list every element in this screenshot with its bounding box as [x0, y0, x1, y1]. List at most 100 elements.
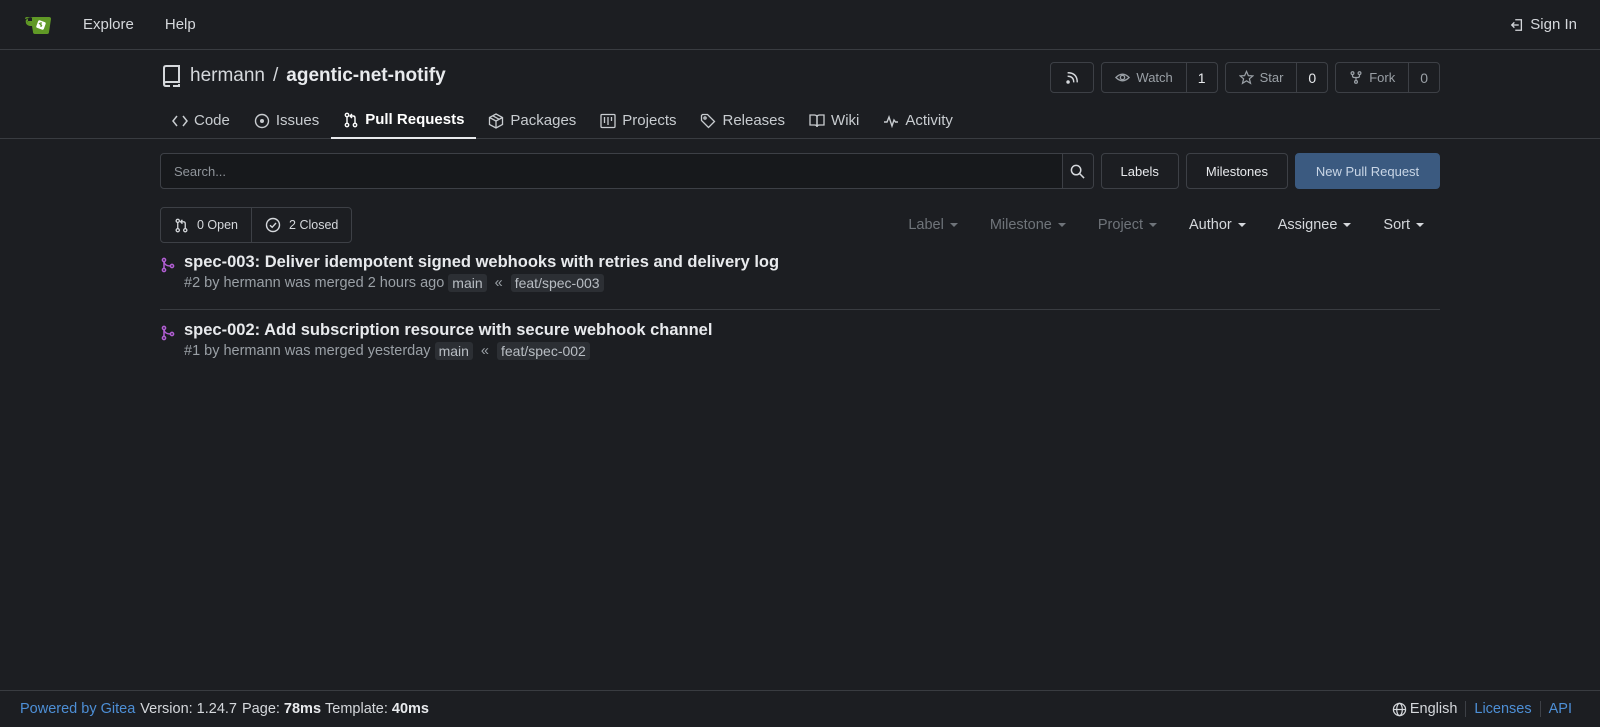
tab-activity[interactable]: Activity: [871, 102, 965, 139]
closed-filter-label: 2 Closed: [289, 218, 339, 232]
pr-title-link[interactable]: spec-003: Deliver idempotent signed webh…: [184, 253, 779, 272]
milestones-button[interactable]: Milestones: [1185, 153, 1288, 189]
tab-activity-label: Activity: [905, 112, 953, 129]
tab-packages[interactable]: Packages: [476, 102, 588, 139]
fork-icon: [1349, 70, 1363, 85]
search-button[interactable]: [1061, 154, 1093, 188]
issue-icon: [254, 113, 270, 129]
caret-down-icon: [1057, 223, 1066, 227]
sort-dropdown[interactable]: Sort: [1383, 217, 1424, 233]
tag-icon: [700, 113, 716, 129]
star-button[interactable]: Star: [1226, 63, 1297, 92]
double-chevron-left-icon: «: [480, 343, 489, 359]
project-icon: [600, 113, 616, 129]
label-dropdown-text: Label: [908, 217, 944, 233]
pr-time: 2 hours ago: [367, 275, 445, 291]
tab-releases-label: Releases: [722, 112, 786, 129]
repo-actions: Watch 1 Star 0 Fork 0: [1050, 62, 1440, 93]
powered-by-gitea-link[interactable]: Powered by Gitea: [20, 701, 135, 717]
author-dropdown-text: Author: [1189, 217, 1232, 233]
pr-title-link[interactable]: spec-002: Add subscription resource with…: [184, 321, 712, 340]
tab-packages-label: Packages: [510, 112, 577, 129]
watch-label: Watch: [1136, 70, 1173, 85]
open-filter[interactable]: 0 Open: [161, 208, 251, 242]
tab-issues-label: Issues: [275, 112, 320, 129]
sign-in-link[interactable]: Sign In: [1510, 16, 1577, 33]
page-footer: Powered by Gitea Version: 1.24.7 Page: 7…: [0, 690, 1600, 727]
tab-releases[interactable]: Releases: [688, 102, 797, 139]
fork-button-group: Fork 0: [1335, 62, 1440, 93]
source-branch[interactable]: feat/spec-002: [497, 342, 590, 360]
licenses-link[interactable]: Licenses: [1465, 701, 1539, 717]
search-input[interactable]: [161, 154, 1062, 188]
pull-request-icon: [174, 218, 189, 233]
nav-help[interactable]: Help: [165, 16, 196, 33]
pr-number[interactable]: #2: [184, 275, 200, 291]
pr-number[interactable]: #1: [184, 343, 200, 359]
check-circle-icon: [265, 217, 281, 233]
merged-icon: [160, 321, 184, 361]
assignee-dropdown-text: Assignee: [1277, 217, 1338, 233]
watch-button-group: Watch 1: [1101, 62, 1218, 93]
caret-down-icon: [1416, 223, 1424, 227]
watch-button[interactable]: Watch: [1102, 63, 1185, 92]
language-selector[interactable]: English: [1384, 701, 1466, 717]
tab-projects[interactable]: Projects: [588, 102, 688, 139]
tab-projects-label: Projects: [622, 112, 677, 129]
label-dropdown[interactable]: Label: [908, 217, 958, 233]
sign-in-label: Sign In: [1530, 16, 1577, 33]
star-button-group: Star 0: [1224, 62, 1329, 93]
tab-pull-requests[interactable]: Pull Requests: [331, 102, 477, 139]
gitea-logo-icon[interactable]: [23, 10, 53, 40]
fork-button[interactable]: Fork: [1336, 63, 1408, 92]
pr-by: by: [204, 275, 220, 291]
target-branch[interactable]: main: [434, 342, 473, 360]
repo-owner-link[interactable]: hermann: [190, 65, 265, 87]
tab-code[interactable]: Code: [160, 102, 242, 139]
milestone-dropdown-text: Milestone: [989, 217, 1052, 233]
source-branch[interactable]: feat/spec-003: [510, 274, 604, 292]
search-icon: [1070, 164, 1085, 179]
watch-count[interactable]: 1: [1185, 63, 1217, 92]
rss-button[interactable]: [1050, 62, 1095, 93]
sort-dropdown-text: Sort: [1383, 217, 1410, 233]
author-dropdown[interactable]: Author: [1189, 217, 1246, 233]
footer-links: English Licenses API: [1384, 701, 1580, 717]
star-label: Star: [1259, 70, 1284, 85]
tab-wiki[interactable]: Wiki: [797, 102, 871, 139]
new-pull-request-button[interactable]: New Pull Request: [1295, 153, 1440, 189]
code-icon: [172, 114, 188, 128]
tab-issues[interactable]: Issues: [242, 102, 331, 139]
package-icon: [488, 112, 504, 129]
assignee-dropdown[interactable]: Assignee: [1278, 217, 1352, 233]
version-text: Version: 1.24.7: [140, 701, 238, 717]
pr-by: by: [204, 343, 220, 359]
language-label: English: [1409, 701, 1458, 717]
merged-icon: [160, 253, 184, 300]
nav-explore[interactable]: Explore: [83, 16, 134, 33]
list-item: spec-003: Deliver idempotent signed webh…: [160, 248, 1440, 309]
page-time-label: Page:: [242, 701, 280, 717]
fork-count[interactable]: 0: [1408, 63, 1439, 92]
repo-name-link[interactable]: agentic-net-notify: [286, 65, 445, 87]
rss-icon: [1065, 71, 1079, 85]
fork-label: Fork: [1369, 70, 1396, 85]
globe-icon: [1392, 702, 1407, 717]
closed-filter[interactable]: 2 Closed: [251, 208, 351, 242]
repo-title: hermann / agentic-net-notify: [160, 64, 446, 88]
target-branch[interactable]: main: [448, 274, 487, 292]
pulse-icon: [883, 114, 899, 128]
star-icon: [1238, 70, 1254, 85]
labels-button[interactable]: Labels: [1100, 153, 1179, 189]
api-link[interactable]: API: [1539, 701, 1580, 717]
milestone-dropdown[interactable]: Milestone: [990, 217, 1066, 233]
pull-request-list: spec-003: Deliver idempotent signed webh…: [160, 248, 1440, 370]
pr-author-link[interactable]: hermann: [223, 343, 280, 359]
state-toggle: 0 Open 2 Closed: [160, 207, 353, 243]
caret-down-icon: [1343, 223, 1352, 227]
pr-author-link[interactable]: hermann: [223, 275, 280, 291]
project-dropdown[interactable]: Project: [1098, 217, 1158, 233]
star-count[interactable]: 0: [1296, 63, 1327, 92]
repo-tabs: Code Issues Pull Requests Packages Proje…: [160, 102, 965, 139]
book-icon: [809, 113, 825, 128]
